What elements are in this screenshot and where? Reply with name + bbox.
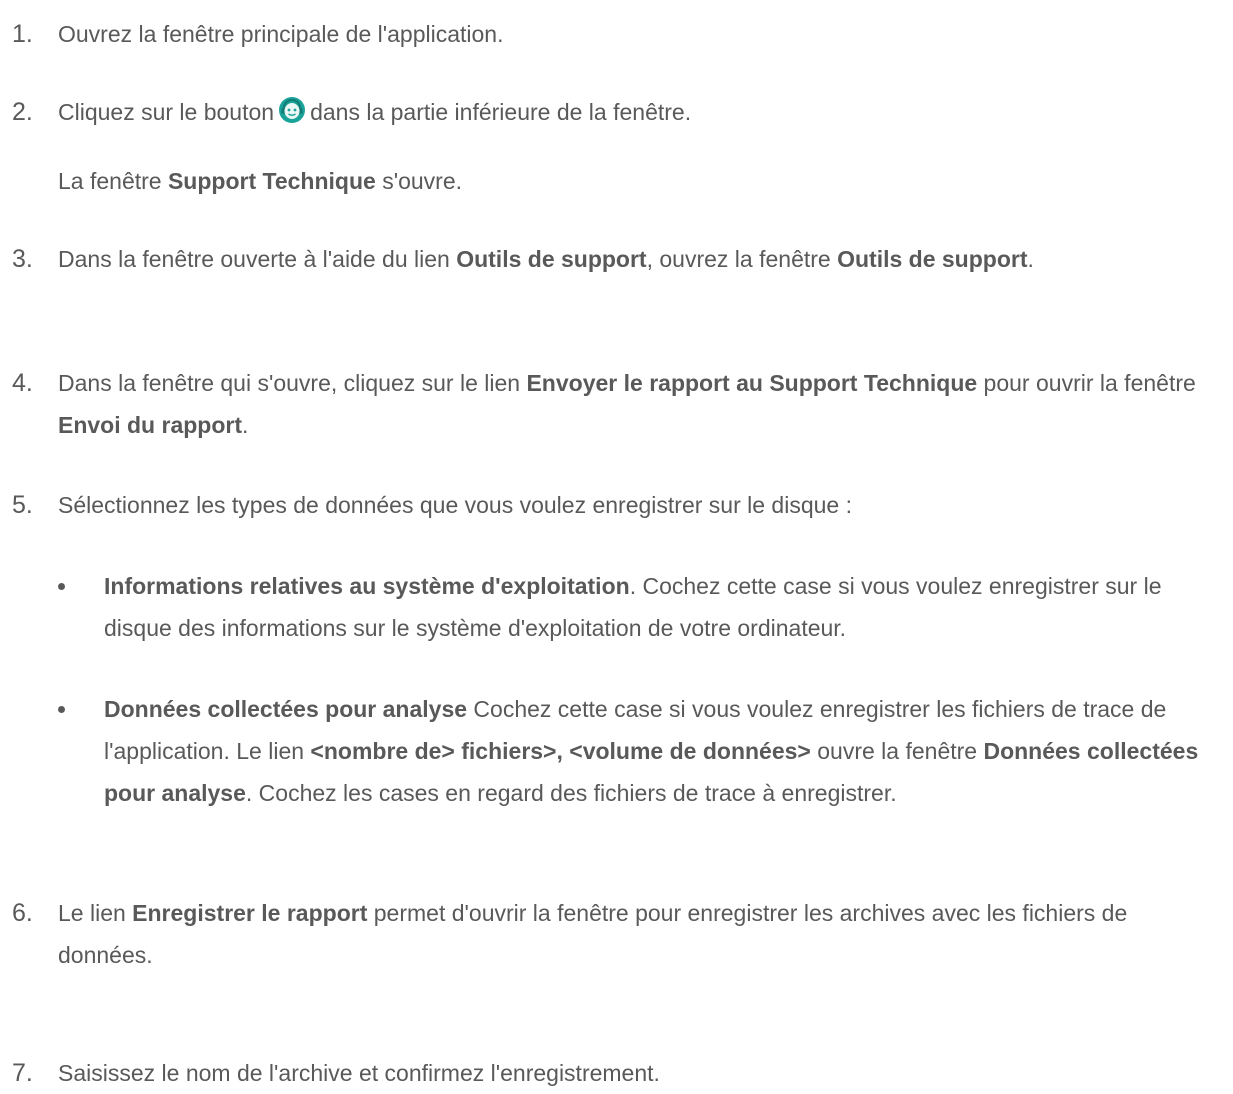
step-text: Le lien Enregistrer le rapport permet d'… (58, 892, 1225, 976)
step-text-after-icon: dans la partie inférieure de la fenêtre. (310, 99, 692, 125)
step-text-part: , ouvrez la fenêtre (646, 246, 838, 272)
link-name-enregistrer-rapport: Enregistrer le rapport (132, 900, 368, 926)
step-text-part: . (1027, 246, 1034, 272)
link-name-files-volume: <nombre de> fichiers>, <volume de donnée… (310, 738, 811, 764)
step-number: 6. (12, 899, 33, 927)
step-text-part: . (242, 412, 249, 438)
option-name: Informations relatives au système d'expl… (104, 573, 630, 599)
step-number: 4. (12, 369, 33, 397)
support-agent-icon (278, 95, 306, 123)
bullet-dot (58, 583, 65, 590)
step-text-part: pour ouvrir la fenêtre (977, 370, 1196, 396)
step-text-part: Dans la fenêtre ouverte à l'aide du lien (58, 246, 457, 272)
bullet-item-os-info: Informations relatives au système d'expl… (58, 565, 1225, 649)
step-text: Dans la fenêtre ouverte à l'aide du lien… (58, 238, 1225, 280)
step-text: Dans la fenêtre qui s'ouvre, cliquez sur… (58, 362, 1225, 446)
bullet-text: . Cochez les cases en regard des fichier… (245, 780, 897, 806)
step-2-note: La fenêtre Support Technique s'ouvre. (58, 160, 1225, 202)
bullet-text: ouvre la fenêtre (810, 738, 984, 764)
step-text-before-icon: Cliquez sur le bouton (58, 99, 275, 125)
step-number: 5. (12, 491, 33, 519)
step-number: 1. (12, 20, 33, 48)
bullet-dot (58, 706, 65, 713)
step-text-part: Le lien (58, 900, 133, 926)
option-name: Données collectées pour analyse (104, 696, 468, 722)
step-number: 3. (12, 245, 33, 273)
note-text: La fenêtre (58, 168, 168, 194)
window-name-outils-de-support: Outils de support (837, 246, 1028, 272)
note-text: s'ouvre. (375, 168, 463, 194)
window-name-envoi-du-rapport: Envoi du rapport (58, 412, 242, 438)
step-number: 2. (12, 98, 33, 126)
step-text: Cliquez sur le bouton dans la partie inf… (58, 91, 1225, 133)
bullet-item-collected-data: Données collectées pour analyse Cochez c… (58, 688, 1225, 814)
step-text: Sélectionnez les types de données que vo… (58, 492, 852, 518)
window-name-support-technique: Support Technique (167, 168, 376, 194)
link-name-outils-de-support: Outils de support (456, 246, 647, 272)
step-text-part: Dans la fenêtre qui s'ouvre, cliquez sur… (58, 370, 527, 396)
link-name-envoyer-rapport: Envoyer le rapport au Support Technique (526, 370, 978, 396)
step-text: Ouvrez la fenêtre principale de l'applic… (58, 21, 504, 47)
